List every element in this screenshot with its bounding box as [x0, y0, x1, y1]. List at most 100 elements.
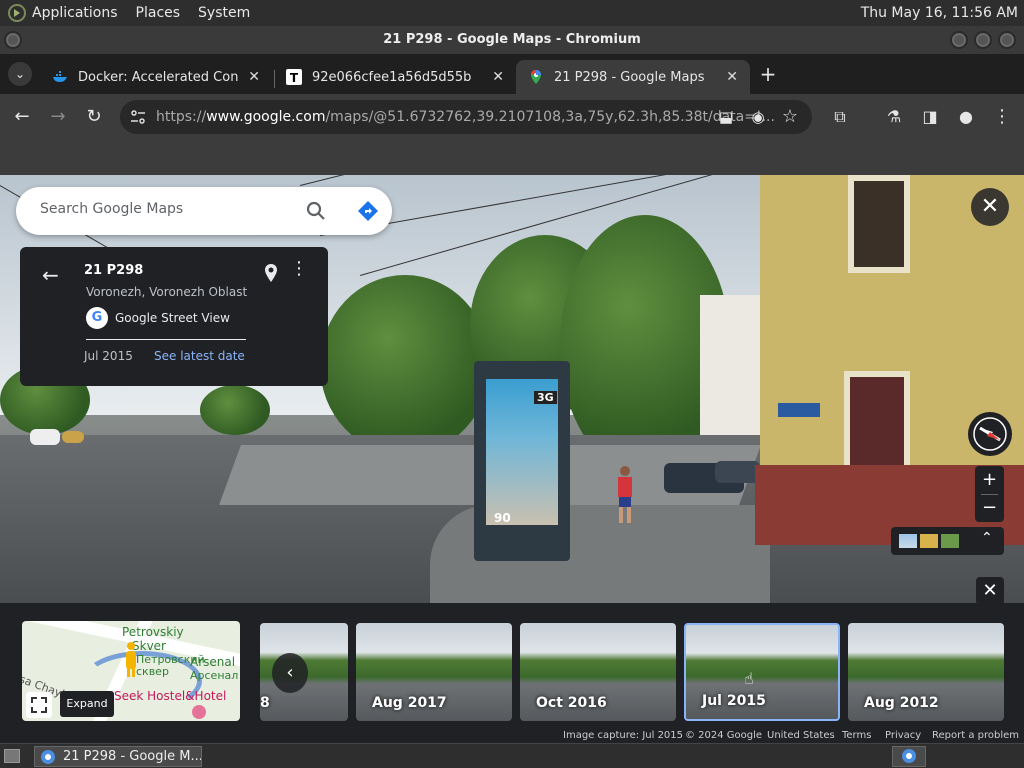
timeline-date: Jul 2015: [702, 693, 766, 709]
minimize-button[interactable]: [950, 31, 968, 49]
close-tab-icon[interactable]: ✕: [492, 69, 504, 85]
capture-date: Jul 2015: [84, 349, 133, 363]
clock[interactable]: Thu May 16, 11:56 AM: [861, 5, 1018, 21]
forward-arrow-icon[interactable]: →: [46, 105, 70, 129]
terms-link[interactable]: Terms: [842, 730, 871, 741]
source-label: Google Street View: [115, 311, 230, 325]
timeline-date: 8: [260, 695, 270, 711]
back-arrow-icon[interactable]: ←: [42, 263, 59, 287]
kiosk-price: 90: [494, 511, 511, 525]
timeline-thumbnail[interactable]: Oct 2016: [520, 623, 676, 721]
layer-thumbnail[interactable]: [941, 534, 959, 548]
tab-google-maps[interactable]: 21 P298 - Google Maps ✕: [516, 60, 750, 94]
new-tab-plus-icon[interactable]: +: [756, 62, 780, 86]
profile-avatar-icon[interactable]: ●: [954, 105, 978, 129]
timeline-date: Oct 2016: [536, 695, 607, 711]
expand-layers-chevron-icon[interactable]: ⌃: [981, 530, 993, 546]
expand-map-icon[interactable]: [26, 692, 52, 718]
google-maps-icon: [531, 70, 541, 84]
zoom-divider: [981, 494, 998, 495]
mini-map[interactable]: Petrovskiy Skver Петровский сквер Arsena…: [22, 621, 240, 721]
hotel-marker-icon[interactable]: [192, 705, 206, 719]
privacy-link[interactable]: Privacy: [885, 730, 921, 741]
search-icon[interactable]: [304, 199, 328, 223]
card-divider: [86, 339, 246, 340]
url-path: /maps/@51.6732762,39.2107108,3a,75y,62.3…: [325, 109, 775, 125]
zoom-in-button[interactable]: +: [975, 468, 1004, 492]
back-arrow-icon[interactable]: ←: [10, 105, 34, 129]
close-tab-icon[interactable]: ✕: [726, 69, 738, 85]
chromium-icon: [41, 750, 55, 764]
extensions-icon[interactable]: ⧉: [828, 105, 852, 129]
directions-icon[interactable]: [356, 199, 380, 223]
building-window: [844, 371, 910, 471]
close-window-button[interactable]: [998, 31, 1016, 49]
tab-image-file[interactable]: T 92e066cfee1a56d5d55b2.jpg ✕: [274, 60, 516, 94]
search-input[interactable]: Search Google Maps: [40, 201, 183, 217]
timeline-date: Aug 2012: [864, 695, 939, 711]
zoom-out-button[interactable]: −: [975, 496, 1004, 520]
maximize-button[interactable]: [974, 31, 992, 49]
chromium-icon: [902, 749, 916, 763]
search-box[interactable]: Search Google Maps: [16, 187, 392, 235]
url-host: www.google.com: [206, 109, 326, 125]
more-options-icon[interactable]: ⋮: [290, 260, 308, 278]
building-window: [848, 175, 910, 273]
timeline-thumbnail[interactable]: Aug 2012: [848, 623, 1004, 721]
see-latest-date-link[interactable]: See latest date: [154, 349, 245, 363]
svg-text:T: T: [290, 71, 299, 85]
hand-cursor-icon: ☝: [744, 669, 754, 688]
report-problem-link[interactable]: Report a problem: [932, 730, 1019, 741]
timeline-date: Aug 2017: [372, 695, 447, 711]
pedestrian: [618, 466, 632, 523]
taskbar-window-label: 21 P298 - Google M...: [63, 749, 202, 764]
image-capture-text: Image capture: Jul 2015: [563, 730, 684, 741]
tab-label: Docker: Accelerated Containe: [78, 69, 238, 85]
bookmark-star-icon[interactable]: ☆: [778, 105, 802, 129]
taskbar-window-button[interactable]: 21 P298 - Google M...: [34, 746, 202, 767]
install-app-icon[interactable]: ⬓: [714, 105, 738, 129]
menu-system[interactable]: System: [198, 5, 250, 21]
distro-logo-icon[interactable]: [8, 4, 26, 22]
timeline-thumbnail-selected[interactable]: Jul 2015 ☝: [684, 623, 840, 721]
compass-icon[interactable]: [966, 410, 1014, 458]
map-label: Арсенал: [190, 669, 239, 682]
tab-search-chevron-icon[interactable]: ⌄: [8, 62, 32, 86]
window-menu-button[interactable]: [4, 31, 22, 49]
place-name: 21 P298: [84, 263, 144, 278]
menu-places[interactable]: Places: [136, 5, 181, 21]
tab-docker[interactable]: Docker: Accelerated Containe ✕: [40, 60, 272, 94]
docker-icon: [53, 71, 67, 82]
street-view-panorama[interactable]: 3G 90: [0, 175, 1024, 605]
window-title-bar[interactable]: 21 P298 - Google Maps - Chromium: [0, 26, 1024, 54]
timeline-thumbnail[interactable]: Aug 2017: [356, 623, 512, 721]
labs-flask-icon[interactable]: ⚗: [882, 105, 906, 129]
google-logo-icon: G: [86, 307, 108, 329]
address-bar[interactable]: https://www.google.com/maps/@51.6732762,…: [120, 100, 812, 134]
close-street-view-button[interactable]: ✕: [971, 188, 1009, 226]
site-settings-icon[interactable]: [130, 110, 146, 124]
side-panel-icon[interactable]: ◨: [918, 105, 942, 129]
timeline-previous-button[interactable]: ‹: [272, 653, 308, 693]
navigation-bar: ← → ↻ https://www.google.com/maps/@51.67…: [0, 94, 1024, 140]
location-pin-icon[interactable]: [263, 263, 279, 283]
show-desktop-icon[interactable]: [4, 749, 20, 763]
tree: [320, 275, 490, 455]
reload-icon[interactable]: ↻: [82, 105, 106, 129]
car: [30, 429, 60, 445]
layer-thumbnail[interactable]: [899, 534, 917, 548]
url-scheme: https://: [156, 109, 207, 125]
region-link[interactable]: United States: [767, 730, 835, 741]
tracking-protection-eye-icon[interactable]: ◉: [746, 105, 770, 129]
more-menu-icon[interactable]: ⋮: [990, 105, 1014, 129]
pegman-icon[interactable]: [122, 641, 140, 679]
place-address: Voronezh, Voronezh Oblast: [86, 285, 248, 299]
layer-thumbnail[interactable]: [920, 534, 938, 548]
menu-applications[interactable]: Applications: [32, 5, 118, 21]
zoom-control: + −: [975, 466, 1004, 522]
advertising-kiosk: 3G 90: [474, 361, 570, 561]
layers-control[interactable]: ⌃: [891, 527, 1004, 555]
tray-item[interactable]: [892, 746, 926, 767]
close-tab-icon[interactable]: ✕: [248, 69, 260, 85]
close-strip-button[interactable]: ✕: [976, 577, 1004, 605]
